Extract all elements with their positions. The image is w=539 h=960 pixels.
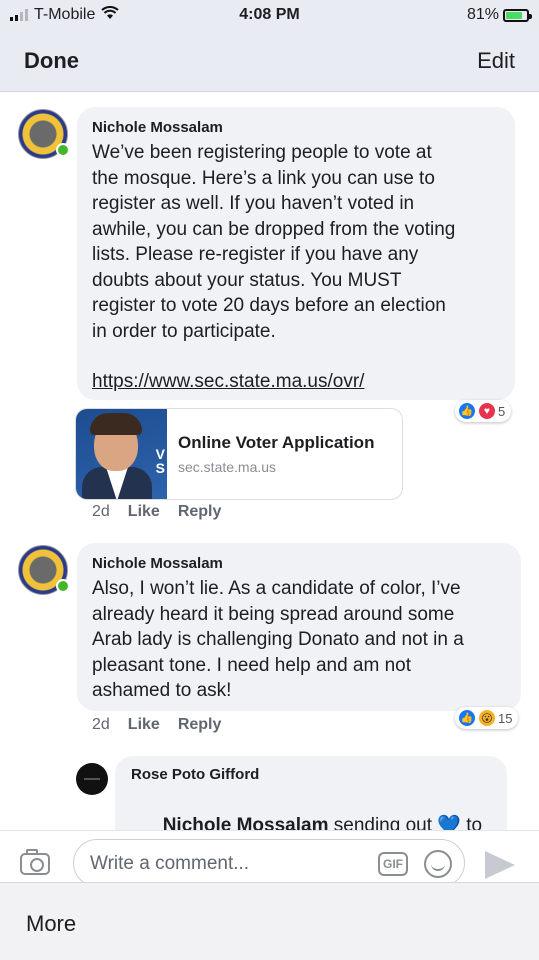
avatar[interactable]	[18, 545, 70, 595]
online-indicator	[56, 579, 70, 593]
edit-button[interactable]: Edit	[477, 48, 515, 74]
reply-avatar[interactable]	[76, 763, 108, 795]
comments-feed[interactable]: Nichole Mossalam We’ve been registering …	[0, 93, 539, 830]
comment-actions: 2d Like Reply	[92, 503, 221, 521]
reply-author[interactable]: Rose Poto Gifford	[131, 766, 491, 783]
like-button[interactable]: Like	[128, 503, 160, 521]
avatar[interactable]	[18, 109, 70, 159]
send-icon[interactable]	[485, 851, 515, 879]
reply-text: sending out 💙 to	[328, 814, 483, 831]
reply-bubble[interactable]: Rose Poto Gifford Nichole Mossalam sendi…	[115, 756, 507, 830]
nav-bar: Done Edit	[0, 32, 539, 92]
comment-bubble[interactable]: Nichole Mossalam Also, I won’t lie. As a…	[77, 543, 521, 711]
link-preview-card[interactable]: V S Online Voter Application sec.state.m…	[75, 408, 403, 500]
status-bar: T-Mobile 4:08 PM 81%	[0, 0, 539, 32]
reaction-summary[interactable]: 👍 😮 15	[455, 707, 519, 729]
like-icon: 👍	[458, 709, 476, 727]
more-button[interactable]: More	[26, 911, 76, 937]
wow-icon: 😮	[478, 709, 496, 727]
camera-icon[interactable]	[20, 849, 50, 875]
battery-percent: 81%	[466, 6, 499, 23]
emoji-icon[interactable]	[424, 850, 452, 878]
link-preview-domain: sec.state.ma.us	[178, 459, 277, 475]
reply-button[interactable]: Reply	[178, 716, 222, 734]
love-icon: ♥	[478, 402, 496, 420]
comment-text: Also, I won’t lie. As a candidate of col…	[92, 578, 464, 701]
comment-text: We’ve been registering people to vote at…	[92, 142, 456, 342]
comment-input[interactable]: Write a comment... GIF	[73, 839, 465, 887]
thumb-text: V S	[155, 446, 165, 476]
link-preview-title: Online Voter Application	[178, 433, 375, 452]
link-preview-image: V S	[76, 409, 167, 499]
bottom-bar: More	[0, 882, 539, 960]
gif-button[interactable]: GIF	[378, 852, 408, 876]
reaction-count: 5	[498, 403, 506, 419]
comment-bubble[interactable]: Nichole Mossalam We’ve been registering …	[77, 107, 515, 400]
comment-time: 2d	[92, 503, 110, 520]
like-button[interactable]: Like	[128, 716, 160, 734]
reaction-count: 15	[498, 710, 513, 726]
comment-composer: Write a comment... GIF	[0, 830, 539, 887]
clock: 4:08 PM	[239, 6, 300, 23]
battery-icon	[503, 8, 532, 22]
comment-author[interactable]: Nichole Mossalam	[92, 555, 506, 572]
comment-link[interactable]: https://www.sec.state.ma.us/ovr/	[92, 371, 364, 392]
comment-time: 2d	[92, 716, 110, 733]
comment-actions: 2d Like Reply	[92, 716, 221, 734]
reaction-summary[interactable]: 👍 ♥ 5	[455, 400, 512, 422]
online-indicator	[56, 143, 70, 157]
status-right: 81%	[466, 6, 532, 24]
mention-link[interactable]: Nichole Mossalam	[163, 815, 329, 831]
comment-placeholder: Write a comment...	[90, 853, 250, 874]
done-button[interactable]: Done	[24, 48, 79, 74]
comment-author[interactable]: Nichole Mossalam	[92, 119, 500, 136]
reply-button[interactable]: Reply	[178, 503, 222, 521]
like-icon: 👍	[458, 402, 476, 420]
